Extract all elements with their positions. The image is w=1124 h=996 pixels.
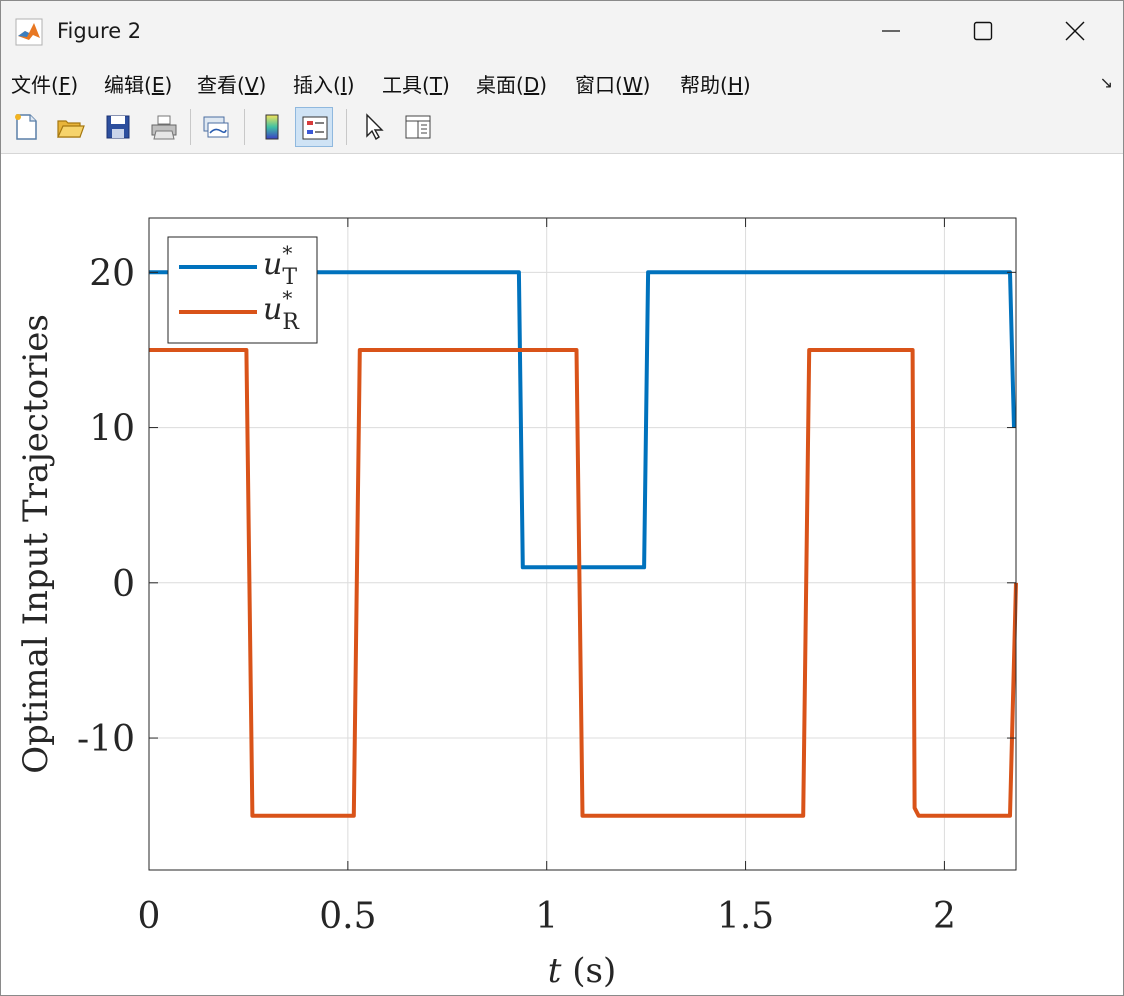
- y-tick-label: -10: [77, 719, 135, 760]
- dock-figure-icon[interactable]: ↘: [1100, 73, 1113, 92]
- toolbar-separator: [190, 109, 191, 145]
- menu-insert[interactable]: 插入(I): [293, 69, 355, 98]
- minimize-button[interactable]: [845, 1, 937, 61]
- link-plot-icon: [203, 116, 229, 138]
- close-icon: [1065, 21, 1085, 41]
- figure-toolbar: [1, 101, 1123, 154]
- chart-svg[interactable]: 0 0.5 1 1.5 2 -10 0 10 20 t (s) Optimal Input Tr…: [1, 154, 1123, 996]
- y-tick-label: 20: [89, 253, 135, 294]
- open-file-icon: [57, 120, 85, 138]
- x-tick-label: 2: [933, 896, 956, 937]
- matlab-logo-icon: [15, 18, 43, 46]
- close-button[interactable]: [1029, 1, 1121, 61]
- pointer-icon: [366, 113, 384, 141]
- maximize-icon: [973, 21, 993, 41]
- y-tick-label: 0: [112, 564, 135, 605]
- legend[interactable]: u* T u* R: [167, 236, 318, 344]
- menu-window[interactable]: 窗口(W): [575, 69, 650, 98]
- x-tick-label: 1.5: [717, 896, 774, 937]
- menu-view[interactable]: 查看(V): [197, 69, 266, 98]
- colorbar-button[interactable]: [253, 107, 291, 147]
- open-file-button[interactable]: [51, 107, 89, 147]
- save-icon: [106, 115, 130, 139]
- legend-button[interactable]: [295, 107, 333, 147]
- property-inspector-icon: [405, 115, 431, 139]
- x-tick-label: 0: [138, 896, 161, 937]
- menu-help[interactable]: 帮助(H): [680, 69, 751, 98]
- figure-window: Figure 2 文件(F) 编辑(E) 查看(V) 插入(I) 工具(T) 桌…: [0, 0, 1124, 996]
- window-title: Figure 2: [57, 19, 142, 43]
- menu-tools[interactable]: 工具(T): [382, 69, 450, 98]
- link-plot-button[interactable]: [197, 107, 235, 147]
- x-tick-label: 1: [535, 896, 558, 937]
- new-figure-icon: [15, 114, 37, 140]
- new-figure-button[interactable]: [7, 107, 45, 147]
- minimize-icon: [882, 30, 900, 32]
- save-button[interactable]: [99, 107, 137, 147]
- maximize-button[interactable]: [937, 1, 1029, 61]
- figure-canvas[interactable]: 0 0.5 1 1.5 2 -10 0 10 20 t (s) Optimal Input Tr…: [1, 154, 1123, 996]
- edit-plot-button[interactable]: [355, 107, 393, 147]
- menu-file[interactable]: 文件(F): [11, 69, 78, 98]
- toolbar-separator: [244, 109, 245, 145]
- y-axis-label: Optimal Input Trajectories: [16, 314, 56, 774]
- print-icon: [151, 115, 177, 140]
- menu-edit[interactable]: 编辑(E): [104, 69, 172, 98]
- print-button[interactable]: [145, 107, 183, 147]
- property-inspector-button[interactable]: [399, 107, 437, 147]
- colorbar-icon: [265, 114, 279, 140]
- menu-desktop[interactable]: 桌面(D): [476, 69, 547, 98]
- title-bar[interactable]: Figure 2: [1, 1, 1123, 61]
- menu-bar: 文件(F) 编辑(E) 查看(V) 插入(I) 工具(T) 桌面(D) 窗口(W…: [1, 61, 1123, 101]
- x-axis-label: t (s): [548, 951, 616, 991]
- x-tick-label: 0.5: [319, 896, 376, 937]
- toolbar-separator: [346, 109, 347, 145]
- y-tick-label: 10: [89, 409, 135, 450]
- legend-icon: [302, 116, 328, 140]
